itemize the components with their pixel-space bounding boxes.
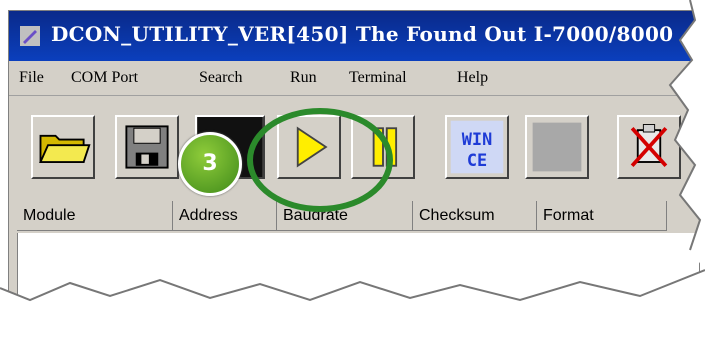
menu-help[interactable]: Help bbox=[457, 69, 488, 87]
column-checksum[interactable]: Checksum bbox=[413, 201, 537, 231]
module-list-header: Module Address Baudrate Checksum Format bbox=[17, 201, 699, 233]
blank-button[interactable] bbox=[525, 115, 589, 179]
menu-file[interactable]: File bbox=[19, 69, 44, 87]
module-list[interactable] bbox=[17, 233, 699, 311]
disconnect-icon bbox=[630, 124, 668, 168]
app-icon bbox=[20, 26, 40, 46]
wince-icon: WIN CE bbox=[450, 120, 504, 174]
column-module[interactable]: Module bbox=[17, 201, 173, 231]
menu-search[interactable]: Search bbox=[199, 69, 243, 87]
title-bar: DCON_UTILITY_VER[450] The Found Out I-70… bbox=[9, 11, 699, 61]
column-address[interactable]: Address bbox=[173, 201, 277, 231]
step-badge: 3 bbox=[178, 132, 242, 196]
floppy-disk-icon bbox=[125, 125, 169, 169]
menu-run[interactable]: Run bbox=[290, 69, 317, 87]
blank-icon bbox=[532, 122, 582, 172]
column-format[interactable]: Format bbox=[537, 201, 667, 231]
open-button[interactable] bbox=[31, 115, 95, 179]
folder-open-icon bbox=[39, 134, 91, 163]
svg-text:CE: CE bbox=[467, 150, 487, 170]
window-title: DCON_UTILITY_VER[450] The Found Out I-70… bbox=[51, 22, 674, 46]
highlight-ellipse bbox=[247, 108, 393, 212]
svg-text:WIN: WIN bbox=[462, 129, 492, 149]
save-button[interactable] bbox=[115, 115, 179, 179]
disconnect-button[interactable] bbox=[617, 115, 681, 179]
menu-bar: File COM Port Search Run Terminal Help bbox=[9, 61, 699, 96]
menu-com-port[interactable]: COM Port bbox=[71, 69, 138, 87]
wince-button[interactable]: WIN CE bbox=[445, 115, 509, 179]
menu-terminal[interactable]: Terminal bbox=[349, 69, 407, 87]
